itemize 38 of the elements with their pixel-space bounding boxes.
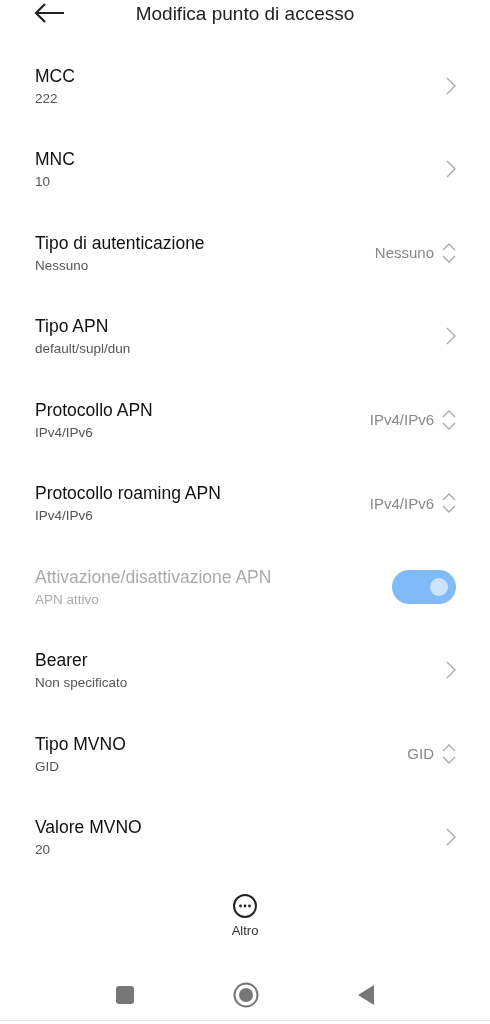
setting-title: Protocollo roaming APN	[35, 483, 222, 505]
chevron-right-icon[interactable]	[446, 160, 456, 179]
setting-value: 222	[35, 90, 59, 106]
dropdown-value[interactable]: GID	[407, 745, 434, 763]
setting-title: Attivazione/disattivazione APN	[35, 566, 273, 588]
setting-value: Nessuno	[35, 257, 90, 273]
dropdown-value[interactable]: IPv4/IPv6	[369, 411, 434, 429]
setting-title: Tipo di autenticazione	[35, 232, 206, 254]
setting-title: Bearer	[35, 650, 89, 672]
setting-value: IPv4/IPv6	[35, 424, 94, 440]
chevron-right-icon[interactable]	[446, 661, 456, 680]
setting-title: Tipo MVNO	[35, 733, 127, 755]
dropdown-value[interactable]: IPv4/IPv6	[369, 494, 434, 512]
up-down-arrows-icon[interactable]	[442, 743, 456, 764]
chevron-right-icon[interactable]	[446, 76, 456, 95]
up-down-arrows-icon[interactable]	[442, 242, 456, 263]
recents-icon[interactable]	[115, 985, 135, 1005]
chevron-right-icon[interactable]	[446, 327, 456, 346]
setting-value: Non specificato	[35, 675, 129, 691]
setting-value: IPv4/IPv6	[35, 508, 94, 524]
setting-title: MNC	[35, 149, 76, 171]
setting-value: 10	[35, 174, 52, 190]
dropdown-value[interactable]: Nessuno	[374, 244, 434, 262]
screen-title: Modifica punto di accesso	[135, 3, 355, 25]
home-icon[interactable]	[233, 982, 259, 1008]
setting-value: APN attivo	[35, 591, 100, 607]
setting-value: 20	[35, 842, 52, 858]
setting-title: Tipo APN	[35, 316, 110, 338]
up-down-arrows-icon[interactable]	[442, 493, 456, 514]
setting-value: default/supl/dun	[35, 341, 132, 357]
chevron-right-icon[interactable]	[446, 828, 456, 847]
setting-title: Protocollo APN	[35, 399, 154, 421]
setting-title: MCC	[35, 65, 76, 87]
back-icon[interactable]	[357, 984, 375, 1006]
setting-title: Valore MVNO	[35, 817, 143, 839]
up-down-arrows-icon[interactable]	[442, 409, 456, 430]
more-button[interactable]: Altro	[231, 893, 259, 938]
setting-value: GID	[35, 758, 60, 774]
